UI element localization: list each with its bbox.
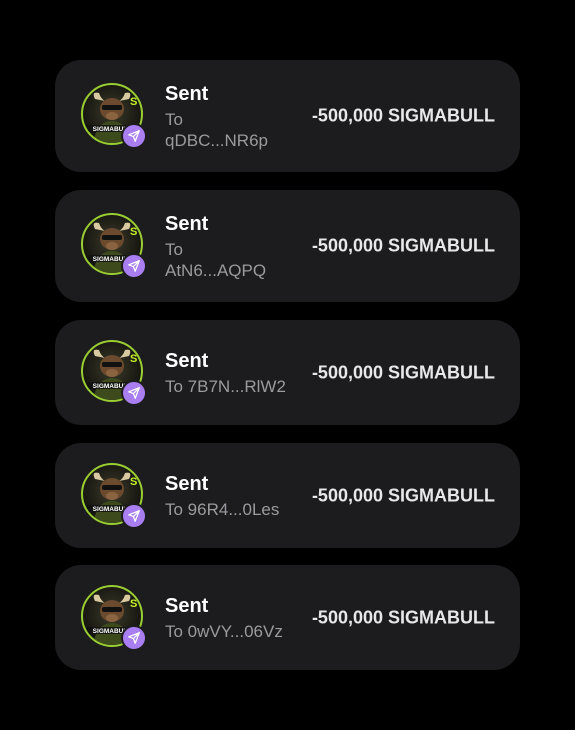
token-avatar: SIGMABULL S [81,213,147,279]
transaction-recipient: To 96R4...0Les [165,499,315,520]
svg-text:S: S [130,353,137,365]
recipient-line-2: qDBC...NR6p [165,131,268,150]
recipient-line-2: AtN6...AQPQ [165,261,267,280]
transaction-details: Sent To 0wVY...06Vz [165,594,315,642]
recipient-line-1: To 0wVY...06Vz [165,622,283,641]
transaction-title: Sent [165,473,209,495]
token-avatar: SIGMABULL S [81,462,147,529]
transaction-recipient: To 7B7N...RlW2 [165,376,315,397]
transaction-details: Sent To 7B7N...RlW2 [165,349,315,397]
send-badge [121,502,147,529]
token-avatar: SIGMABULL S [81,584,147,651]
transaction-recipient: To qDBC...NR6p [165,109,305,151]
transaction-recipient: To 0wVY...06Vz [165,621,315,642]
transaction-amount: -500,000 SIGMABULL [311,362,495,382]
svg-text:S: S [130,598,137,610]
token-avatar: SIGMABULL S [81,83,147,149]
send-badge [121,379,147,406]
transaction-amount: -500,000 SIGMABULL [311,607,495,627]
transaction-details: Sent To 96R4...0Les [165,472,315,520]
transaction-item[interactable]: SIGMABULL S Sent To 0wVY...06Vz -500,000… [55,565,520,670]
recipient-line-1: To 96R4...0Les [165,500,280,519]
transaction-recipient: To AtN6...AQPQ [165,239,305,281]
transaction-item[interactable]: SIGMABULL S Sent To qDBC...NR6p -500,000… [55,60,520,172]
send-icon [128,260,140,272]
token-avatar: SIGMABULL S [81,339,147,406]
svg-text:S: S [130,96,137,108]
send-icon [128,509,140,522]
send-icon [128,386,140,399]
svg-text:S: S [130,226,137,238]
transaction-details: Sent To AtN6...AQPQ [165,212,305,281]
transaction-title: Sent [165,213,209,235]
recipient-line-1: To [165,240,183,259]
svg-text:S: S [130,476,137,488]
recipient-line-1: To [165,110,183,129]
transaction-amount: -500,000 SIGMABULL [311,485,495,505]
send-badge [121,123,147,149]
send-icon [128,631,140,644]
send-badge [121,253,147,279]
transaction-item[interactable]: SIGMABULL S Sent To 7B7N...RlW2 -500,000… [55,320,520,425]
send-icon [128,130,140,142]
transaction-amount: -500,000 SIGMABULL [311,235,495,256]
transaction-item[interactable]: SIGMABULL S Sent To 96R4...0Les -500,000… [55,443,520,548]
send-badge [121,624,147,651]
transaction-title: Sent [165,83,209,105]
transaction-title: Sent [165,350,209,372]
transaction-title: Sent [165,595,209,617]
transaction-details: Sent To qDBC...NR6p [165,82,305,151]
transaction-item[interactable]: SIGMABULL S Sent To AtN6...AQPQ -500,000… [55,190,520,302]
transaction-amount: -500,000 SIGMABULL [311,105,495,126]
recipient-line-1: To 7B7N...RlW2 [165,377,286,396]
